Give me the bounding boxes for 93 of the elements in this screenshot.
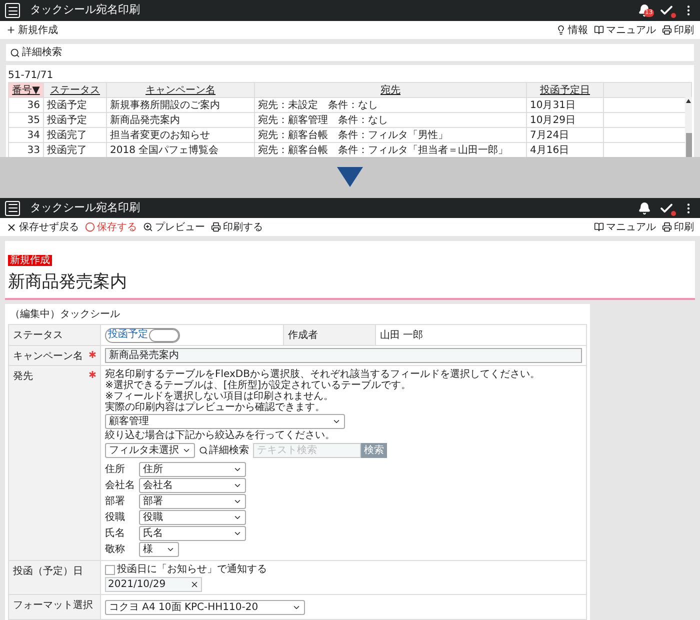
help-text: ※選択できるテーブルは、[住所型]が設定されているテーブルです。 [105, 380, 412, 391]
menu-button[interactable] [5, 200, 20, 216]
column-header[interactable]: 投函予定日 [527, 83, 604, 97]
table-cell: 宛先：顧客台帳 条件：フィルタ「男性」 [255, 128, 527, 142]
preview-icon [143, 222, 153, 232]
table-cell: 担当者変更のお知らせ [107, 128, 255, 142]
toolbar-link[interactable]: 印刷 [662, 220, 694, 235]
filter-select[interactable]: フィルタ未選択 [105, 442, 195, 458]
status-toggle[interactable]: 投函予定 [105, 328, 180, 342]
app-title: タックシール宛名印刷 [30, 2, 140, 18]
printer-icon [211, 222, 221, 232]
toolbar-link[interactable]: 印刷 [662, 22, 694, 38]
table-cell: 宛先：未設定 条件：なし [255, 98, 527, 112]
menu-button[interactable] [5, 3, 20, 18]
book-icon [594, 25, 604, 35]
format-select[interactable]: コクヨ A4 10面 KPC-HH110-20 [105, 600, 305, 614]
table-cell: 35 [9, 113, 44, 127]
menu-icon [6, 4, 18, 16]
column-header[interactable]: 番号▼ [9, 83, 44, 97]
toolbar-link[interactable]: マニュアル [594, 220, 656, 235]
field-label: 発先 [13, 370, 33, 384]
table-cell: 投函予定 [44, 98, 107, 112]
record-count: 51-71/71 [8, 69, 54, 82]
help-text: 宛名印刷するテーブルをFlexDBから選択肢、それぞれ該当するフィールドを選択してください。 [105, 369, 541, 380]
table-cell: 新商品発売案内 [107, 113, 255, 127]
status-tag: 新規作成 [8, 255, 52, 266]
field-label: 投函（予定）日 [13, 564, 83, 579]
column-header[interactable]: 宛先 [255, 83, 527, 97]
caret-icon [332, 417, 341, 426]
printer-icon [662, 25, 672, 35]
circle-icon [85, 222, 95, 232]
field-label: ステータス [9, 325, 101, 345]
field-label: 会社名 [105, 478, 136, 493]
close-icon [6, 222, 17, 233]
advanced-search-link[interactable]: 詳細検索 [199, 442, 249, 458]
field-select[interactable]: 部署 [139, 494, 246, 509]
section-title: （編集中）タックシール [9, 308, 121, 322]
field-label: 作成者 [284, 325, 376, 345]
field-select[interactable]: 住所 [139, 462, 246, 477]
notify-checkbox[interactable] [105, 564, 115, 574]
caret-icon [166, 545, 175, 554]
checkbox-label: 投函日に「お知らせ」で通知する [117, 562, 267, 577]
date-field[interactable]: 2021/10/29 [105, 577, 202, 592]
search-icon [10, 48, 20, 58]
table-cell: 34 [9, 128, 44, 142]
search-field[interactable]: テキスト検索 [253, 442, 361, 458]
app-title: タックシール宛名印刷 [30, 200, 140, 216]
down-arrow-icon [337, 167, 363, 188]
help-text: 実際の印刷内容はプレビューから確認できます。 [105, 402, 326, 413]
table-cell: 36 [9, 98, 44, 112]
toolbar-link[interactable]: マニュアル [594, 22, 656, 38]
table-cell: 7月24日 [527, 128, 604, 142]
field-label: 住所 [105, 462, 126, 477]
field-select[interactable]: 役職 [139, 510, 246, 525]
menu-icon [6, 202, 18, 214]
search-bar[interactable]: 詳細検索 [6, 44, 694, 61]
scrollbar[interactable] [685, 97, 692, 157]
new-button[interactable]: 新規作成 [6, 22, 58, 38]
field-value: 山田 一郎 [379, 328, 424, 343]
toolbar-button[interactable]: 印刷する [211, 220, 263, 235]
filter-hint: 絞り込む場合は下記から絞込みを行ってください。 [105, 430, 336, 442]
field-label: フォーマット選択 [13, 599, 93, 613]
help-text: ※フィールドを選択しない項目は印刷されません。 [105, 391, 334, 402]
toolbar-button[interactable]: プレビュー [143, 220, 205, 235]
clear-icon[interactable] [190, 580, 199, 589]
table-cell: 10月29日 [527, 113, 604, 127]
table-cell: 投函完了 [44, 128, 107, 142]
table-cell: 新規事務所開設のご案内 [107, 98, 255, 112]
table-cell: 10月31日 [527, 98, 604, 112]
column-header[interactable]: キャンペーン名 [107, 83, 255, 97]
printer-icon [662, 222, 672, 232]
page-heading: 新商品発売案内 [8, 271, 128, 294]
field-label: キャンペーン名 [13, 350, 83, 364]
table-cell: 宛先：顧客管理 条件：なし [255, 113, 527, 127]
table-cell: 投函予定 [44, 113, 107, 127]
table-select[interactable]: 顧客管理 [105, 414, 345, 429]
column-header[interactable]: ステータス [44, 83, 107, 97]
search-icon [199, 446, 208, 454]
field-label: 部署 [105, 494, 126, 509]
book-icon [594, 222, 604, 232]
toolbar-button[interactable]: 保存せず戻る [6, 220, 79, 235]
field-select[interactable]: 会社名 [139, 478, 246, 493]
field-label: 氏名 [105, 526, 126, 541]
toolbar-button[interactable]: 保存する [85, 220, 137, 235]
campaign-name-field[interactable]: 新商品発売案内 [105, 348, 582, 363]
field-select[interactable]: 様 [139, 542, 179, 557]
bell-icon[interactable] [638, 202, 651, 215]
lightbulb-icon [556, 25, 566, 35]
field-label: 役職 [105, 510, 126, 525]
toolbar-link[interactable]: 情報 [556, 22, 588, 38]
field-label: 敬称 [105, 543, 126, 557]
plus-icon [6, 25, 16, 35]
field-select[interactable]: 氏名 [139, 526, 246, 541]
